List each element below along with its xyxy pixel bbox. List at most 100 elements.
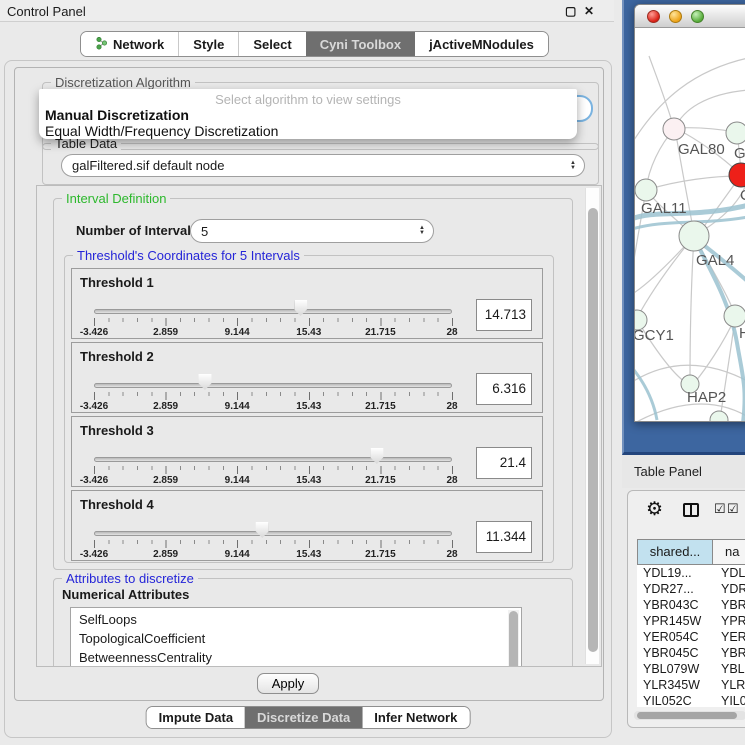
checkbox-icon[interactable]: ☑ <box>727 501 739 517</box>
spinner-arrows-icon[interactable]: ▲▼ <box>411 226 433 236</box>
table-row[interactable]: YER054CYER0 <box>637 629 745 645</box>
number-of-intervals-spinner[interactable]: 5 ▲▼ <box>190 219 434 243</box>
node-ga[interactable] <box>726 122 745 144</box>
column-header-shared-name[interactable]: shared... <box>637 539 713 565</box>
table-horizontal-scrollbar-thumb[interactable] <box>637 712 737 719</box>
network-desktop: GAL80 GA C GAL11 GAL4 GCY1 H HAP2 <box>622 0 745 455</box>
threshold-1-slider-thumb[interactable] <box>294 300 307 316</box>
algorithm-group-title: Discretization Algorithm <box>51 75 195 90</box>
algorithm-dropdown-popup: Select algorithm to view settings Manual… <box>39 89 577 139</box>
threshold-2-slider-thumb[interactable] <box>198 374 211 390</box>
settings-scrollbar-thumb[interactable] <box>588 208 598 652</box>
node-label-gal11: GAL11 <box>641 200 687 217</box>
table-data-value: galFiltered.sif default node <box>62 158 562 173</box>
discretization-settings-panel: Discretization Algorithm Select algorith… <box>14 67 604 701</box>
threshold-3-value-field[interactable]: 21.4 <box>476 447 532 479</box>
tab-network[interactable]: Network <box>81 32 178 56</box>
threshold-1-panel: Threshold 1 -3.426 2.859 9.144 15.43 21.… <box>71 268 543 339</box>
close-window-icon[interactable] <box>647 10 660 23</box>
node-gal80[interactable] <box>663 118 685 140</box>
screen: { "control_panel": { "title": "Control P… <box>0 0 745 745</box>
tab-discretize-data[interactable]: Discretize Data <box>245 707 362 728</box>
node-gal11[interactable] <box>635 179 657 201</box>
algorithm-placeholder: Select algorithm to view settings <box>39 89 577 107</box>
control-panel-tab-bar: Network Style Select Cyni Toolbox jActiv… <box>80 31 549 57</box>
network-icon <box>95 36 108 53</box>
tab-style[interactable]: Style <box>178 32 238 56</box>
numerical-attributes-label: Numerical Attributes <box>62 587 189 602</box>
node-label-c: C <box>740 187 745 204</box>
number-of-intervals-label: Number of Intervals <box>76 223 198 238</box>
interval-definition-title: Interval Definition <box>62 191 170 206</box>
threshold-4-slider-thumb[interactable] <box>256 522 269 538</box>
table-panel-header: Table Panel <box>622 455 745 488</box>
control-panel-titlebar: Control Panel ▢ ✕ <box>0 0 614 22</box>
threshold-3-slider-thumb[interactable] <box>370 448 383 464</box>
maximize-window-icon[interactable] <box>691 10 704 23</box>
cyni-bottom-tab-bar: Impute Data Discretize Data Infer Networ… <box>146 706 471 729</box>
minimize-window-icon[interactable] <box>669 10 682 23</box>
list-scrollbar-thumb[interactable] <box>509 611 518 667</box>
node-label-gal80: GAL80 <box>678 141 725 158</box>
table-row[interactable]: YPR145WYPR1 <box>637 613 745 629</box>
tab-network-label: Network <box>113 37 164 52</box>
algorithm-option-equal-width[interactable]: Equal Width/Frequency Discretization <box>39 123 577 139</box>
table-panel-title: Table Panel <box>634 464 702 479</box>
apply-button[interactable]: Apply <box>257 673 319 694</box>
network-window-titlebar[interactable] <box>635 5 745 28</box>
network-canvas[interactable]: GAL80 GA C GAL11 GAL4 GCY1 H HAP2 <box>635 28 745 421</box>
table-data-groupbox: Table Data galFiltered.sif default node … <box>42 143 599 185</box>
node-h[interactable] <box>724 305 745 327</box>
node-label-gcy1: GCY1 <box>635 327 674 344</box>
control-panel-title: Control Panel <box>7 4 86 19</box>
interval-definition-groupbox: Interval Definition Number of Intervals … <box>53 198 573 570</box>
column-header-name[interactable]: na <box>713 539 745 565</box>
cyni-toolbox-panel: Discretization Algorithm Select algorith… <box>4 60 612 738</box>
node-gal4[interactable] <box>679 221 709 251</box>
threshold-4-value-field[interactable]: 11.344 <box>476 521 532 553</box>
table-row[interactable]: YLR345WYLR3 <box>637 677 745 693</box>
list-item[interactable]: BetweennessCentrality <box>71 648 521 667</box>
tab-select[interactable]: Select <box>238 32 305 56</box>
algorithm-option-manual[interactable]: Manual Discretization <box>39 107 577 123</box>
thresholds-title: Threshold's Coordinates for 5 Intervals <box>73 248 304 263</box>
list-scrollbar[interactable] <box>508 610 519 667</box>
node-label-gal4: GAL4 <box>696 252 734 269</box>
table-data-combobox[interactable]: galFiltered.sif default node ▲▼ <box>61 154 585 177</box>
network-view-window[interactable]: GAL80 GA C GAL11 GAL4 GCY1 H HAP2 <box>634 4 745 422</box>
table-row[interactable]: YDL19...YDL1 <box>637 565 745 581</box>
close-panel-button[interactable]: ✕ <box>584 4 594 18</box>
tab-impute-data[interactable]: Impute Data <box>147 707 245 728</box>
node-label-ga: GA <box>734 145 745 162</box>
columns-icon[interactable] <box>683 503 699 517</box>
threshold-1-value-field[interactable]: 14.713 <box>476 299 532 331</box>
numerical-attributes-list: SelfLoops TopologicalCoefficient Between… <box>70 607 522 667</box>
list-item[interactable]: TopologicalCoefficient <box>71 629 521 648</box>
table-row[interactable]: YDR27...YDR2 <box>637 581 745 597</box>
number-of-intervals-value: 5 <box>191 224 411 239</box>
table-panel: ⚙ ☑ ☑ shared... na YDL19...YDL1 YDR27...… <box>627 490 745 728</box>
table-row[interactable]: YIL052CYIL0 <box>637 693 745 707</box>
table-row[interactable]: YBR045CYBR0 <box>637 645 745 661</box>
checkbox-icon[interactable]: ☑ <box>714 501 726 517</box>
threshold-3-panel: Threshold 3 -3.426 2.859 9.144 15.43 21.… <box>71 416 543 487</box>
table-row[interactable]: YBL079WYBL0 <box>637 661 745 677</box>
node-label-hap2: HAP2 <box>687 389 726 406</box>
combo-arrows-icon[interactable]: ▲▼ <box>562 161 584 171</box>
node-label-h: H <box>739 325 745 342</box>
table-horizontal-scrollbar[interactable] <box>634 711 745 720</box>
list-item[interactable]: SelfLoops <box>71 610 521 629</box>
settings-scroll-panel: Interval Definition Number of Intervals … <box>36 185 602 667</box>
tab-jactivemnodules[interactable]: jActiveMNodules <box>415 32 548 56</box>
table-row[interactable]: YBR043CYBR0 <box>637 597 745 613</box>
attributes-groupbox: Attributes to discretize Numerical Attri… <box>53 578 573 667</box>
tab-cyni-toolbox[interactable]: Cyni Toolbox <box>306 32 415 56</box>
settings-scrollbar[interactable] <box>585 188 599 664</box>
attributes-title: Attributes to discretize <box>62 571 198 586</box>
threshold-2-panel: Threshold 2 -3.426 2.859 9.144 15.43 21.… <box>71 342 543 413</box>
threshold-2-value-field[interactable]: 6.316 <box>476 373 532 405</box>
tab-infer-network[interactable]: Infer Network <box>362 707 469 728</box>
float-window-button[interactable]: ▢ <box>565 4 576 18</box>
gear-icon[interactable]: ⚙ <box>646 500 663 519</box>
node-partial-bottom[interactable] <box>710 411 728 422</box>
